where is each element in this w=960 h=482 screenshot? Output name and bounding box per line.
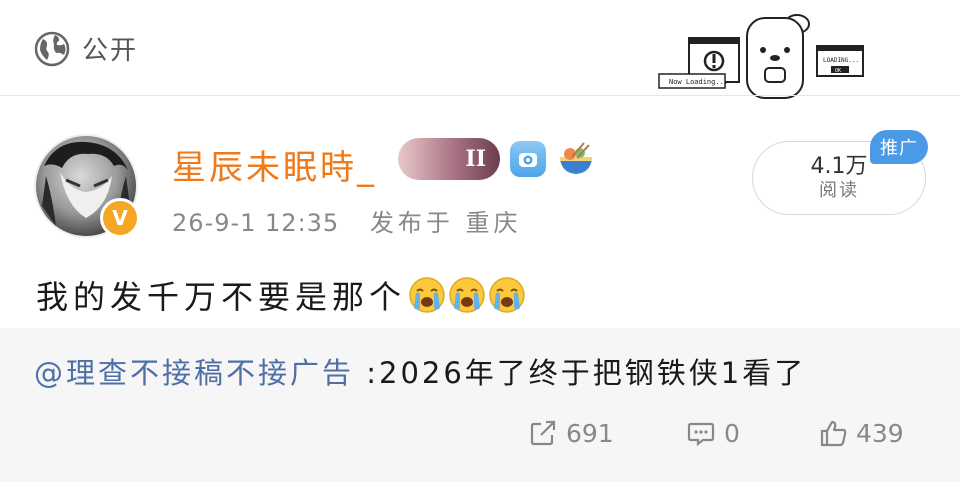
action-bar: 691 0 439 (0, 418, 960, 454)
repost-text: :2026年了终于把钢铁侠1看了 (366, 356, 807, 390)
visibility-selector[interactable]: 公开 (34, 30, 138, 67)
author-name[interactable]: 星辰未眠時_ (172, 140, 377, 189)
thumbs-up-icon (820, 420, 847, 447)
comment-icon (687, 422, 715, 447)
decoration-left-text: Now Loading... (669, 78, 728, 86)
share-icon (530, 420, 556, 446)
post-meta: 26-9-1 12:35 发布于 重庆 (172, 203, 521, 238)
post-location: 发布于 重庆 (369, 209, 522, 237)
post-timestamp: 26-9-1 12:35 (172, 209, 340, 237)
share-button[interactable]: 691 (528, 418, 614, 448)
post-text: 我的发千万不要是那个 (36, 278, 407, 316)
divider (0, 95, 960, 96)
top-bar: 公开 Now Loading... LOADING... OK (0, 0, 960, 99)
promote-tag[interactable]: 推广 (870, 130, 928, 164)
post-content: 我的发千万不要是那个 (36, 272, 526, 318)
repost-card[interactable]: @理查不接稿不接广告 :2026年了终于把钢铁侠1看了 691 0 439 (0, 328, 960, 482)
like-button[interactable]: 439 (818, 418, 904, 448)
read-count: 4.1万 (810, 154, 868, 179)
repost-content: @理查不接稿不接广告 :2026年了终于把钢铁侠1看了 (34, 350, 806, 392)
like-count: 439 (856, 418, 904, 448)
sticker-decoration: Now Loading... LOADING... OK (658, 14, 864, 99)
crying-emoji-icon (449, 277, 485, 313)
decoration-right-text: LOADING... (823, 57, 859, 64)
repost-mention-link[interactable]: @理查不接稿不接广告 (34, 356, 354, 390)
crying-emoji-icon (489, 277, 525, 313)
comment-count: 0 (724, 418, 740, 448)
comment-button[interactable]: 0 (686, 418, 740, 448)
camera-glyph (519, 153, 537, 167)
verified-badge-icon: V (100, 198, 140, 238)
crying-emoji-icon (409, 277, 445, 313)
author-badges: II (398, 138, 596, 180)
noodle-bowl-icon[interactable] (556, 139, 596, 179)
author-avatar[interactable]: V (34, 134, 140, 240)
emoji-group (408, 276, 526, 314)
fan-badge[interactable]: II (398, 138, 500, 180)
camera-icon[interactable] (510, 141, 546, 177)
globe-icon (34, 31, 70, 66)
visibility-label: 公开 (82, 36, 139, 66)
read-label: 阅读 (819, 180, 859, 201)
share-count: 691 (566, 418, 614, 448)
decoration-ok-text: OK (835, 68, 841, 74)
